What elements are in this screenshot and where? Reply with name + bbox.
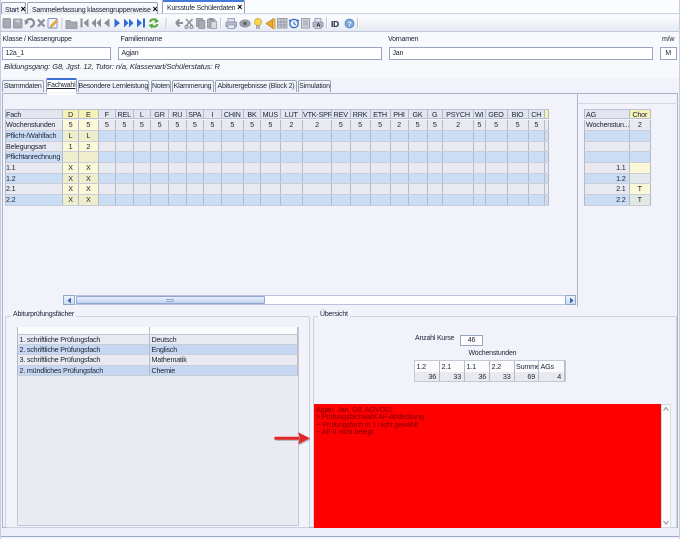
svg-text:ID: ID bbox=[331, 19, 339, 29]
svg-text:?: ? bbox=[347, 19, 352, 28]
